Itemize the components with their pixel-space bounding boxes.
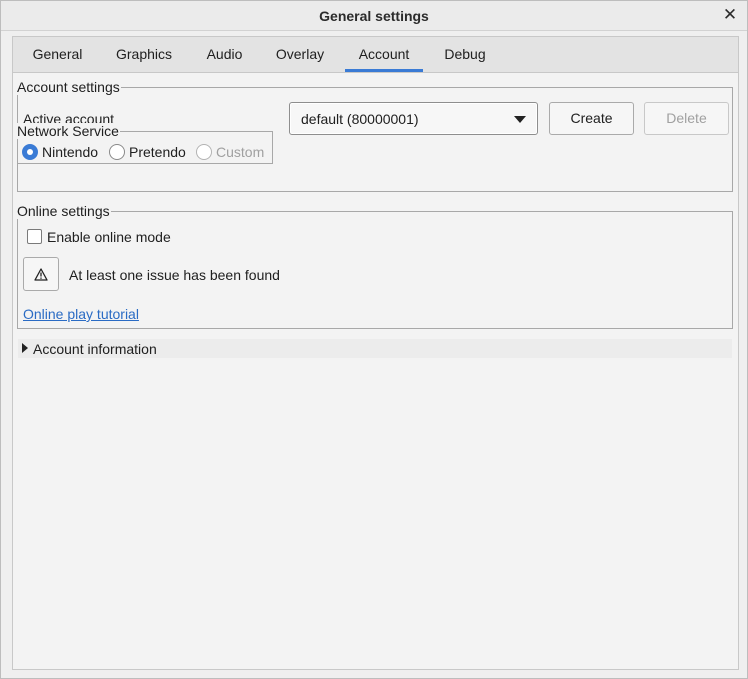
- tab-account[interactable]: Account: [345, 37, 423, 72]
- tab-bar: General Graphics Audio Overlay Account D…: [12, 36, 739, 72]
- window-title: General settings: [319, 8, 429, 24]
- online-play-tutorial-link[interactable]: Online play tutorial: [23, 306, 139, 322]
- settings-window: General settings ✕ General Graphics Audi…: [0, 0, 748, 679]
- active-account-value: default (80000001): [301, 111, 419, 127]
- delete-account-button[interactable]: Delete: [644, 102, 729, 135]
- issue-text: At least one issue has been found: [69, 267, 280, 283]
- expand-arrow-icon: [22, 343, 28, 353]
- radio-circle: [196, 144, 212, 160]
- network-service-label: Network Service: [17, 123, 120, 139]
- online-settings-label: Online settings: [17, 203, 111, 219]
- radio-nintendo-label: Nintendo: [42, 144, 99, 160]
- radio-custom-label: Custom: [216, 144, 265, 160]
- warning-icon: [34, 268, 48, 281]
- enable-online-label[interactable]: Enable online mode: [47, 229, 171, 245]
- account-information-expander[interactable]: Account information: [18, 339, 732, 358]
- radio-circle: [109, 144, 125, 160]
- tab-overlay[interactable]: Overlay: [265, 37, 335, 72]
- account-settings-label: Account settings: [17, 79, 121, 95]
- tab-debug[interactable]: Debug: [433, 37, 497, 72]
- tab-general[interactable]: General: [21, 37, 94, 72]
- account-information-label: Account information: [33, 341, 157, 357]
- title-bar[interactable]: General settings ✕: [1, 1, 747, 31]
- chevron-down-icon: [514, 116, 526, 123]
- issue-button[interactable]: [23, 257, 59, 291]
- tab-audio[interactable]: Audio: [194, 37, 255, 72]
- active-account-dropdown[interactable]: default (80000001): [289, 102, 538, 135]
- tab-graphics[interactable]: Graphics: [104, 37, 184, 72]
- radio-pretendo-label: Pretendo: [129, 144, 186, 160]
- close-icon[interactable]: ✕: [721, 6, 739, 24]
- enable-online-checkbox[interactable]: [27, 229, 42, 244]
- radio-circle: [22, 144, 38, 160]
- create-account-button[interactable]: Create: [549, 102, 634, 135]
